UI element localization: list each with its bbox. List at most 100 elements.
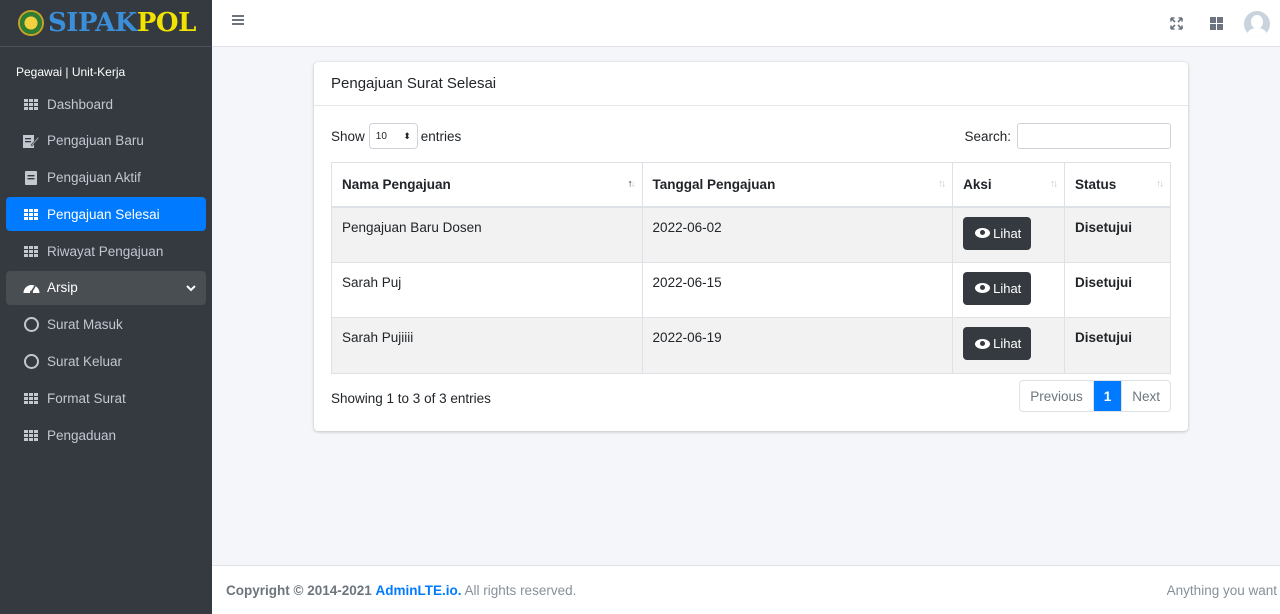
brand-name-part2: POL bbox=[136, 8, 196, 38]
table-info: Showing 1 to 3 of 3 entries bbox=[331, 391, 491, 406]
cell-nama: Sarah Puj bbox=[331, 261, 643, 318]
sidebar-item-surat-keluar[interactable]: Surat Keluar bbox=[6, 345, 206, 379]
sort-icon: ↑↓ bbox=[938, 178, 946, 190]
grid-icon bbox=[22, 389, 40, 407]
document-icon bbox=[22, 169, 40, 187]
view-button[interactable]: Lihat bbox=[963, 216, 1032, 250]
cell-tanggal: 2022-06-15 bbox=[641, 261, 954, 318]
sidebar-item-pengaduan[interactable]: Pengaduan bbox=[6, 418, 206, 452]
entries-label: entries bbox=[420, 128, 462, 144]
sort-icon: ↑↓ bbox=[1050, 178, 1058, 190]
fullscreen-icon[interactable] bbox=[1156, 17, 1196, 30]
sidebar-item-label: Pengaduan bbox=[47, 427, 117, 443]
view-button-label: Lihat bbox=[993, 225, 1022, 241]
sidebar-item-label: Pengajuan Selesai bbox=[47, 206, 160, 222]
grid-icon bbox=[22, 242, 40, 260]
adminlte-link[interactable]: AdminLTE.io. bbox=[376, 583, 462, 598]
sidebar-item-dashboard[interactable]: Dashboard bbox=[6, 87, 206, 121]
brand[interactable]: SIPAKPOL bbox=[0, 0, 212, 47]
sidebar-item-label: Riwayat Pengajuan bbox=[47, 243, 164, 259]
entries-select-value: 10 bbox=[375, 130, 387, 142]
dashboard-gauge-icon bbox=[22, 279, 40, 297]
footer-copyright: Copyright © 2014-2021 AdminLTE.io. All r… bbox=[226, 583, 576, 598]
rights-text: All rights reserved. bbox=[464, 582, 577, 598]
entries-select[interactable]: 10 ⬍ bbox=[368, 123, 418, 149]
apps-grid-icon[interactable] bbox=[1196, 17, 1236, 30]
user-avatar[interactable] bbox=[1244, 10, 1270, 37]
column-header-label: Aksi bbox=[963, 176, 992, 192]
cell-nama: Sarah Pujiiii bbox=[331, 317, 643, 374]
sidebar-item-label: Arsip bbox=[47, 280, 78, 296]
cell-tanggal: 2022-06-02 bbox=[641, 206, 954, 263]
sidebar-item-pengajuan-selesai[interactable]: Pengajuan Selesai bbox=[6, 197, 206, 232]
hamburger-menu-icon[interactable] bbox=[232, 14, 244, 26]
brand-name: SIPAKPOL bbox=[48, 10, 196, 36]
column-header-aksi[interactable]: Aksi ↑↓ bbox=[952, 162, 1066, 208]
submissions-table: Nama Pengajuan ↑↓ Tanggal Pengajuan ↑↓ Aks… bbox=[331, 162, 1171, 374]
cell-status: Disetujui bbox=[1064, 206, 1171, 263]
grid-icon bbox=[22, 426, 40, 444]
table-row: Sarah Pujiiii 2022-06-19 Lihat Disetujui bbox=[331, 317, 1171, 374]
column-header-tanggal[interactable]: Tanggal Pengajuan ↑↓ bbox=[641, 162, 954, 208]
sidebar-item-arsip[interactable]: Arsip bbox=[6, 270, 206, 305]
view-button-label: Lihat bbox=[993, 280, 1022, 296]
completed-submissions-card: Pengajuan Surat Selesai Show 10 ⬍ entrie… bbox=[314, 62, 1188, 431]
eye-icon bbox=[975, 228, 991, 238]
column-header-nama[interactable]: Nama Pengajuan ↑↓ bbox=[331, 162, 643, 208]
sidebar-item-label: Dashboard bbox=[47, 96, 114, 112]
circle-icon bbox=[22, 353, 40, 371]
cell-status: Disetujui bbox=[1064, 317, 1171, 374]
cell-aksi: Lihat bbox=[952, 261, 1066, 318]
cell-aksi: Lihat bbox=[952, 206, 1066, 263]
sidebar: SIPAKPOL Pegawai | Unit-Kerja Dashboard … bbox=[0, 0, 212, 614]
edit-icon bbox=[22, 132, 40, 150]
sidebar-item-pengajuan-baru[interactable]: Pengajuan Baru bbox=[6, 124, 206, 158]
card-title: Pengajuan Surat Selesai bbox=[314, 62, 1188, 106]
pagination-page-1[interactable]: 1 bbox=[1093, 381, 1122, 411]
user-panel[interactable]: Pegawai | Unit-Kerja bbox=[0, 47, 212, 87]
sidebar-nav: Dashboard Pengajuan Baru Pengajuan Aktif… bbox=[0, 87, 212, 452]
brand-name-part1: SIPAK bbox=[48, 8, 137, 38]
sidebar-item-label: Pengajuan Baru bbox=[47, 133, 144, 149]
column-header-label: Status bbox=[1075, 176, 1117, 192]
chevron-down-icon bbox=[186, 281, 196, 295]
brand-logo-icon bbox=[18, 10, 44, 36]
grid-icon bbox=[22, 205, 40, 223]
view-button[interactable]: Lihat bbox=[963, 271, 1032, 305]
search-input[interactable] bbox=[1017, 123, 1171, 149]
grid-icon bbox=[22, 95, 40, 113]
select-arrows-icon: ⬍ bbox=[403, 130, 411, 141]
circle-icon bbox=[22, 316, 40, 334]
sidebar-item-label: Surat Masuk bbox=[47, 317, 123, 333]
footer-right-text: Anything you want bbox=[1166, 582, 1277, 598]
sidebar-item-label: Format Surat bbox=[47, 390, 126, 406]
table-controls: Show 10 ⬍ entries Search: bbox=[331, 123, 1171, 149]
footer: Copyright © 2014-2021 AdminLTE.io. All r… bbox=[212, 565, 1280, 614]
cell-tanggal: 2022-06-19 bbox=[641, 317, 954, 374]
sidebar-item-label: Pengajuan Aktif bbox=[47, 170, 141, 186]
pagination-previous[interactable]: Previous bbox=[1020, 381, 1094, 411]
sort-ascending-icon: ↑↓ bbox=[627, 178, 636, 190]
sidebar-item-format-surat[interactable]: Format Surat bbox=[6, 381, 206, 415]
table-row: Pengajuan Baru Dosen 2022-06-02 Lihat Di… bbox=[331, 206, 1171, 263]
cell-nama: Pengajuan Baru Dosen bbox=[331, 206, 643, 263]
eye-icon bbox=[975, 283, 991, 293]
sidebar-item-riwayat-pengajuan[interactable]: Riwayat Pengajuan bbox=[6, 234, 206, 268]
view-button[interactable]: Lihat bbox=[963, 327, 1032, 360]
pagination: Previous 1 Next bbox=[1019, 380, 1171, 412]
cell-aksi: Lihat bbox=[952, 317, 1066, 374]
sort-icon: ↑↓ bbox=[1156, 178, 1164, 190]
view-button-label: Lihat bbox=[993, 336, 1022, 351]
column-header-label: Nama Pengajuan bbox=[342, 176, 451, 192]
sidebar-item-pengajuan-aktif[interactable]: Pengajuan Aktif bbox=[6, 161, 206, 195]
sidebar-item-surat-masuk[interactable]: Surat Masuk bbox=[6, 308, 206, 342]
topbar bbox=[212, 0, 1280, 47]
copyright-text: Copyright © 2014-2021 bbox=[226, 582, 372, 598]
column-header-status[interactable]: Status ↑↓ bbox=[1064, 162, 1171, 208]
topbar-actions bbox=[1156, 0, 1280, 47]
pagination-next[interactable]: Next bbox=[1121, 381, 1170, 411]
eye-icon bbox=[975, 338, 991, 349]
show-label: Show bbox=[331, 128, 365, 144]
search-control: Search: bbox=[964, 123, 1171, 149]
column-header-label: Tanggal Pengajuan bbox=[652, 176, 776, 192]
